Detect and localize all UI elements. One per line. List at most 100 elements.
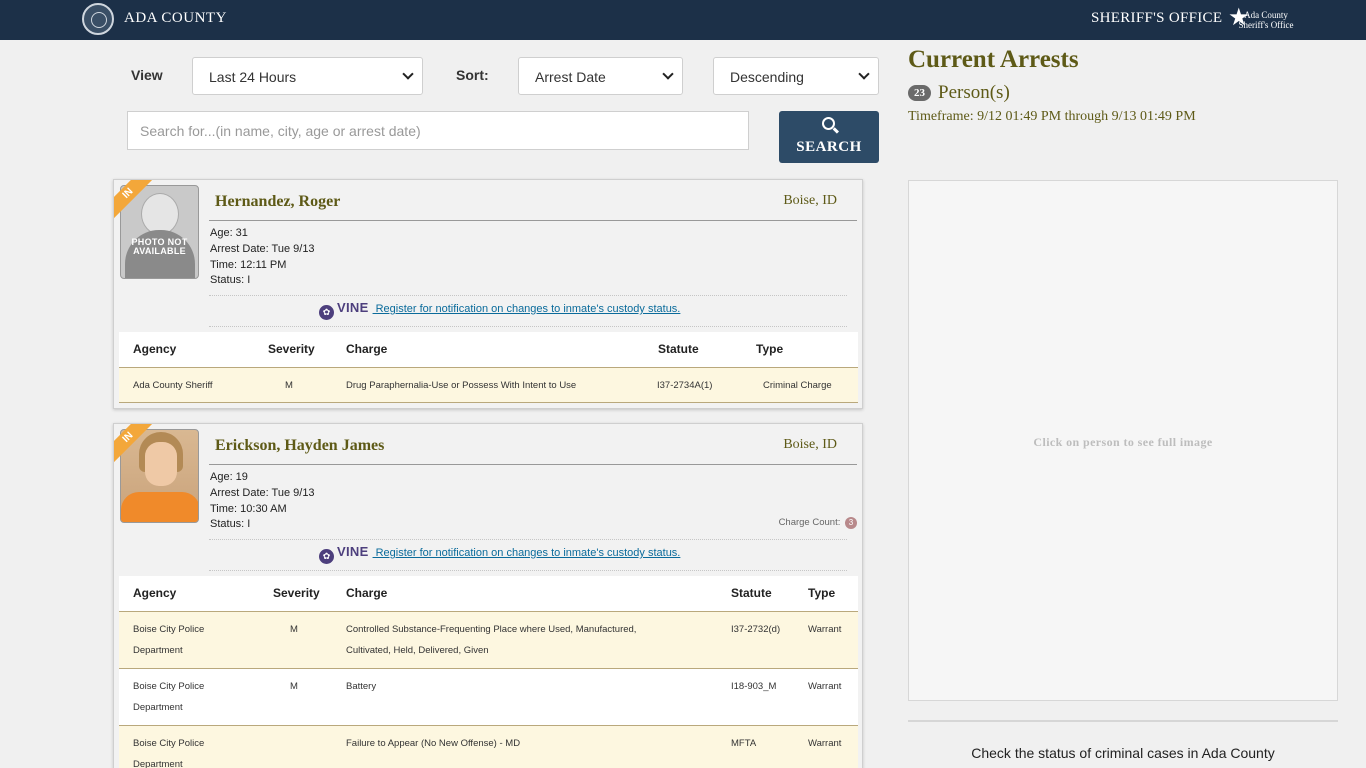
search-input[interactable] xyxy=(127,111,749,150)
image-viewer: Click on person to see full image xyxy=(908,180,1338,701)
inmate-status: Status: I xyxy=(210,274,251,286)
charges-table: Agency Severity Charge Statute Type Bois… xyxy=(119,576,858,768)
sheriff-logo[interactable]: Ada County Sheriff's Office xyxy=(1236,10,1296,30)
vine-register-link[interactable]: Register for notification on changes to … xyxy=(373,303,681,315)
divider xyxy=(209,539,847,540)
sheriff-logo-line2: Sheriff's Office xyxy=(1238,20,1294,30)
charge-severity: M xyxy=(290,624,298,635)
order-select-value: Descending xyxy=(730,69,804,85)
inmate-arrest-time: Time: 10:30 AM xyxy=(210,503,287,515)
vine-notification[interactable]: ✿ VINE Register for notification on chang… xyxy=(319,544,680,564)
inmate-name[interactable]: Erickson, Hayden James xyxy=(215,437,384,455)
top-bar: ADA COUNTY SHERIFF'S OFFICE ★ Ada County… xyxy=(0,0,1366,40)
charge-description: Failure to Appear (No New Offense) - MD xyxy=(346,738,521,749)
chevron-down-icon xyxy=(662,68,674,80)
view-label: View xyxy=(131,67,163,83)
divider xyxy=(209,295,847,296)
office-name[interactable]: SHERIFF'S OFFICE xyxy=(1091,10,1222,27)
chevron-down-icon xyxy=(402,68,414,80)
vine-brand: VINE xyxy=(337,300,369,315)
viewer-hint: Click on person to see full image xyxy=(1033,435,1213,449)
charge-statute: I37-2732(d) xyxy=(731,624,781,635)
charge-count-badge: 3 xyxy=(845,517,857,529)
inmate-city: Boise, ID xyxy=(783,193,837,208)
inmate-status: Status: I xyxy=(210,518,251,530)
charge-description: Controlled Substance-Frequenting Place w… xyxy=(346,624,637,656)
charge-count-label: Charge Count: xyxy=(778,517,841,528)
search-icon xyxy=(822,117,835,130)
sheriff-logo-line1: Ada County xyxy=(1244,10,1288,20)
charge-statute: I18-903_M xyxy=(731,681,777,692)
charges-table-header: Agency Severity Charge Statute Type xyxy=(119,332,858,368)
charge-agency: Ada County Sheriff xyxy=(133,380,213,391)
charge-agency: Boise City Police Department xyxy=(133,624,205,656)
column-severity: Severity xyxy=(268,342,315,356)
inmate-age: Age: 19 xyxy=(210,471,248,483)
divider xyxy=(209,326,847,327)
column-charge: Charge xyxy=(346,586,388,600)
inmate-arrest-date: Arrest Date: Tue 9/13 xyxy=(210,487,315,499)
charge-statute: MFTA xyxy=(731,738,757,749)
arrest-card[interactable]: PHOTO NOT AVAILABLE IN Hernandez, Roger … xyxy=(113,179,863,409)
divider xyxy=(209,570,847,571)
search-button-label: SEARCH xyxy=(796,139,862,155)
arrest-card[interactable]: IN Erickson, Hayden James Boise, ID Age:… xyxy=(113,423,863,768)
column-severity: Severity xyxy=(273,586,320,600)
mugshot-shirt xyxy=(121,492,198,522)
charge-type: Criminal Charge xyxy=(763,380,832,391)
column-type: Type xyxy=(756,342,784,356)
charge-description: Drug Paraphernalia-Use or Possess With I… xyxy=(346,380,577,391)
charge-agency: Boise City Police Department xyxy=(133,681,205,713)
charge-row: Boise City Police Department Failure to … xyxy=(119,726,858,768)
column-charge: Charge xyxy=(346,342,388,356)
timeframe: Timeframe: 9/12 01:49 PM through 9/13 01… xyxy=(908,109,1196,124)
column-statute: Statute xyxy=(658,342,699,356)
charge-severity: M xyxy=(290,681,298,692)
charge-statute: I37-2734A(1) xyxy=(657,380,713,391)
inmate-name[interactable]: Hernandez, Roger xyxy=(215,193,340,211)
vine-brand: VINE xyxy=(337,544,369,559)
page-title: Current Arrests xyxy=(908,46,1079,73)
view-select[interactable]: Last 24 Hours xyxy=(192,57,423,95)
sort-select-value: Arrest Date xyxy=(535,69,606,85)
charge-description: Battery xyxy=(346,681,377,692)
view-select-value: Last 24 Hours xyxy=(209,69,297,85)
person-count-badge: 23 xyxy=(908,85,931,101)
column-agency: Agency xyxy=(133,342,177,356)
search-button[interactable]: SEARCH xyxy=(779,111,879,163)
vine-logo-icon: ✿ xyxy=(319,305,334,320)
order-select[interactable]: Descending xyxy=(713,57,879,95)
vine-notification[interactable]: ✿ VINE Register for notification on chang… xyxy=(319,300,680,320)
sort-select[interactable]: Arrest Date xyxy=(518,57,683,95)
inmate-arrest-time: Time: 12:11 PM xyxy=(210,259,287,271)
sort-label: Sort: xyxy=(456,67,489,83)
charge-severity: M xyxy=(285,380,293,391)
persons-label: Person(s) xyxy=(938,82,1010,103)
photo-not-available-text: PHOTO NOT AVAILABLE xyxy=(131,237,188,256)
column-statute: Statute xyxy=(731,586,772,600)
inmate-age: Age: 31 xyxy=(210,227,248,239)
vine-register-link[interactable]: Register for notification on changes to … xyxy=(373,547,681,559)
charge-row: Boise City Police Department M Controlle… xyxy=(119,612,858,669)
silhouette-head-icon xyxy=(141,193,179,235)
charge-type: Warrant xyxy=(808,738,842,749)
divider xyxy=(209,464,857,465)
charge-count: Charge Count: 3 xyxy=(779,517,857,529)
charge-agency: Boise City Police Department xyxy=(133,738,205,768)
charges-table: Agency Severity Charge Statute Type Ada … xyxy=(119,332,858,403)
county-name[interactable]: ADA COUNTY xyxy=(124,10,227,27)
inmate-arrest-date: Arrest Date: Tue 9/13 xyxy=(210,243,315,255)
charge-type: Warrant xyxy=(808,624,842,635)
chevron-down-icon xyxy=(858,68,870,80)
divider xyxy=(908,720,1338,722)
charge-row: Ada County Sheriff M Drug Paraphernalia-… xyxy=(119,368,858,403)
check-cases-link[interactable]: Check the status of criminal cases in Ad… xyxy=(908,745,1338,761)
charge-row: Boise City Police Department M Battery I… xyxy=(119,669,858,726)
mugshot-face xyxy=(145,442,177,486)
county-seal-icon[interactable] xyxy=(82,3,114,35)
column-agency: Agency xyxy=(133,586,177,600)
divider xyxy=(209,220,857,221)
charge-type: Warrant xyxy=(808,681,842,692)
column-type: Type xyxy=(808,586,836,600)
charges-table-header: Agency Severity Charge Statute Type xyxy=(119,576,858,612)
